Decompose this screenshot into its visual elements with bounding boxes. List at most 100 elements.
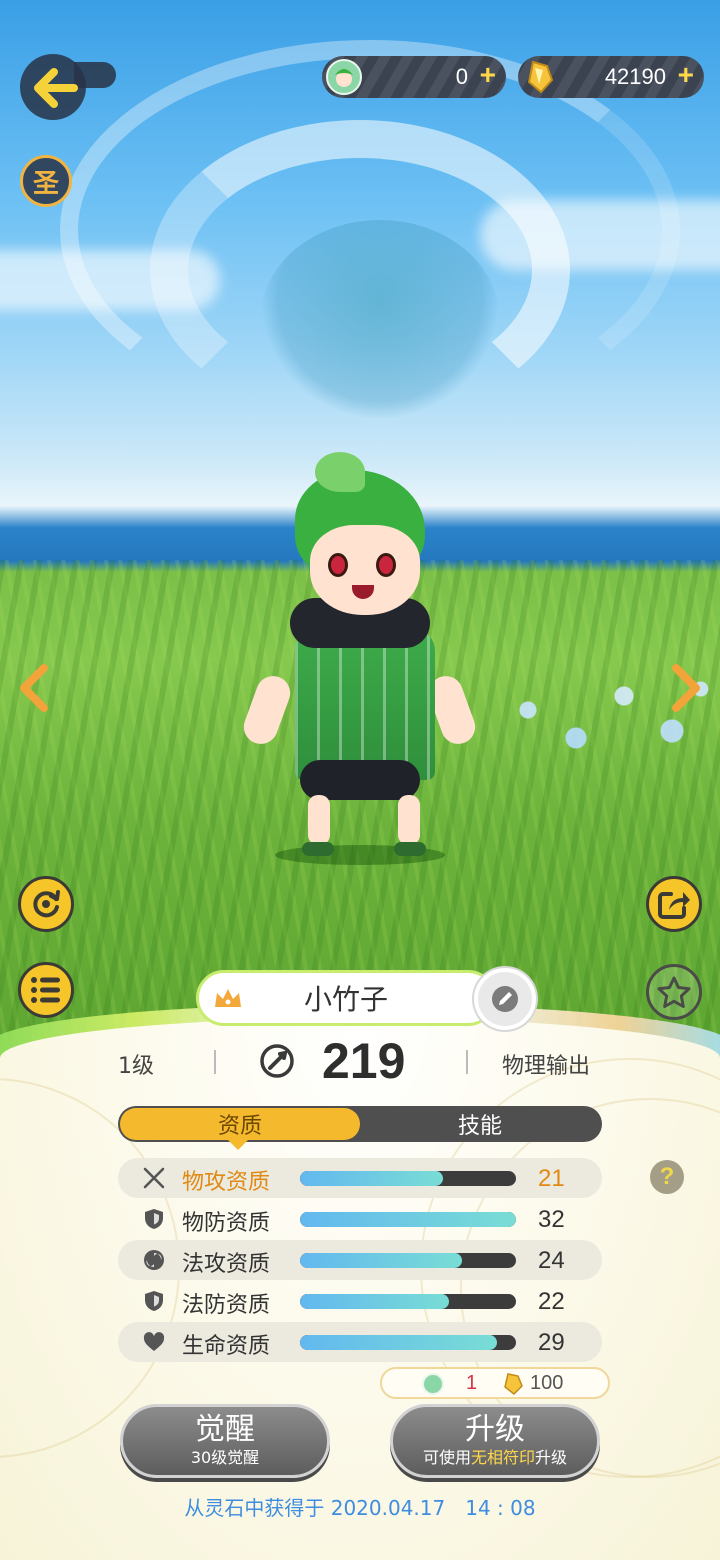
aptitude-bar-fill [300,1335,497,1350]
divider [214,1050,216,1074]
pet-level: 1级 [118,1054,154,1079]
aptitude-label: 法攻资质 [182,1252,271,1277]
crystal-icon [504,1373,523,1395]
character-eye [376,553,396,577]
upgrade-cost: 1 100 [380,1367,610,1399]
list-icon [31,977,60,1003]
character-shoe [394,842,426,856]
upgrade-sub-suffix: 升级 [535,1448,568,1467]
aptitude-label: 物防资质 [182,1211,271,1236]
awaken-button[interactable]: 觉醒 30级觉醒 [120,1404,330,1478]
aptitude-bar [300,1253,516,1268]
aptitude-row-magic-attack: 法攻资质 24 [118,1240,602,1280]
pet-role: 物理输出 [502,1054,591,1079]
edit-pencil-icon [492,986,518,1012]
obtain-info: 从灵石中获得于 2020.04.17 14 : 08 [184,1496,536,1520]
combat-power-icon [260,1044,294,1078]
holy-badge-label: 圣 [32,168,59,199]
magic-swirl-icon [144,1250,164,1270]
aptitude-bar-fill [300,1171,443,1186]
awaken-button-sublabel: 30级觉醒 [190,1448,260,1467]
cloud [0,250,220,310]
add-pet-token-button[interactable]: + [480,59,496,91]
holy-badge-button[interactable]: 圣 [20,155,72,207]
aptitude-value: 22 [538,1288,565,1315]
chevron-right-icon [672,664,700,712]
help-button[interactable]: ? [650,1160,684,1194]
aptitude-label: 生命资质 [182,1334,271,1359]
heart-icon [143,1332,165,1351]
character-cloak [295,630,435,780]
add-crystal-button[interactable]: + [678,59,694,91]
previous-pet-arrow[interactable] [14,662,54,714]
refresh-icon [33,890,60,918]
character-face [310,525,420,615]
aptitude-bar [300,1212,516,1227]
floating-island [260,220,500,420]
share-button[interactable] [646,876,702,932]
aptitude-label: 物攻资质 [182,1170,271,1195]
shield-icon [145,1291,163,1311]
crystal-currency: 42190 + [518,56,704,98]
rotate-model-button[interactable] [18,876,74,932]
character-leg [308,795,330,845]
pet-token-value: 0 [455,64,468,89]
share-icon [658,892,690,919]
pet-name-plate: 小竹子 [196,970,496,1026]
divider [466,1050,468,1074]
pet-token-currency: 0 + [322,56,506,98]
pet-cost-value: 1 [466,1372,478,1394]
tab-aptitude[interactable]: 资质 [120,1108,360,1140]
crystal-cost-value: 100 [530,1372,564,1394]
aptitude-value: 32 [538,1206,565,1233]
pet-summary-row: 1级 219 物理输出 [0,1030,720,1094]
aptitude-bar-fill [300,1212,516,1227]
upgrade-sub-item: 无相符印 [470,1448,535,1467]
aptitude-list: 物攻资质 21 物防资质 32 法攻资质 24 法防资质 22 生命资质 29 [118,1158,602,1363]
aptitude-value: 29 [538,1329,565,1356]
swords-icon [143,1167,165,1189]
upgrade-sub-prefix: 可使用 [422,1448,471,1467]
pet-name: 小竹子 [303,983,388,1016]
info-tabs: 资质 技能 [118,1106,602,1142]
crown-icon [215,989,241,1007]
crystal-value: 42190 [604,64,666,89]
upgrade-button[interactable]: 升级 可使用无相符印升级 [390,1404,600,1478]
combat-power-value: 219 [322,1033,406,1089]
aptitude-bar [300,1335,516,1350]
aptitude-value: 24 [538,1247,565,1274]
shield-icon [145,1209,163,1229]
next-pet-arrow[interactable] [666,662,706,714]
aptitude-row-health: 生命资质 29 [118,1322,602,1362]
pet-character-model[interactable] [230,452,480,870]
aptitude-label: 法防资质 [182,1293,271,1318]
character-arm [239,671,295,749]
chevron-left-icon [20,664,48,712]
rename-button[interactable] [474,968,536,1030]
crystal-icon [522,59,558,95]
help-question-icon: ? [659,1163,675,1190]
aptitude-row-physical-attack: 物攻资质 21 [118,1158,602,1198]
cloud [480,200,720,270]
aptitude-bar [300,1294,516,1309]
back-button[interactable] [14,50,116,124]
character-shoe [302,842,334,856]
character-mouth [352,585,374,599]
upgrade-button-label: 升级 [465,1412,525,1447]
tab-skills[interactable]: 技能 [360,1106,600,1142]
favorite-button[interactable] [646,964,702,1020]
arrow-left-icon [34,68,78,108]
pet-avatar-icon [422,1373,444,1395]
pet-list-button[interactable] [18,962,74,1018]
character-eye [328,553,348,577]
upgrade-button-sublabel: 可使用无相符印升级 [393,1447,597,1469]
aptitude-bar-fill [300,1294,450,1309]
star-icon [657,976,691,1008]
aptitude-row-physical-defense: 物防资质 32 [118,1199,602,1239]
awaken-button-label: 觉醒 [195,1412,255,1447]
aptitude-bar-fill [300,1253,462,1268]
aptitude-value: 21 [538,1165,565,1192]
aptitude-row-magic-defense: 法防资质 22 [118,1281,602,1321]
aptitude-bar [300,1171,516,1186]
tab-pointer [228,1140,248,1150]
